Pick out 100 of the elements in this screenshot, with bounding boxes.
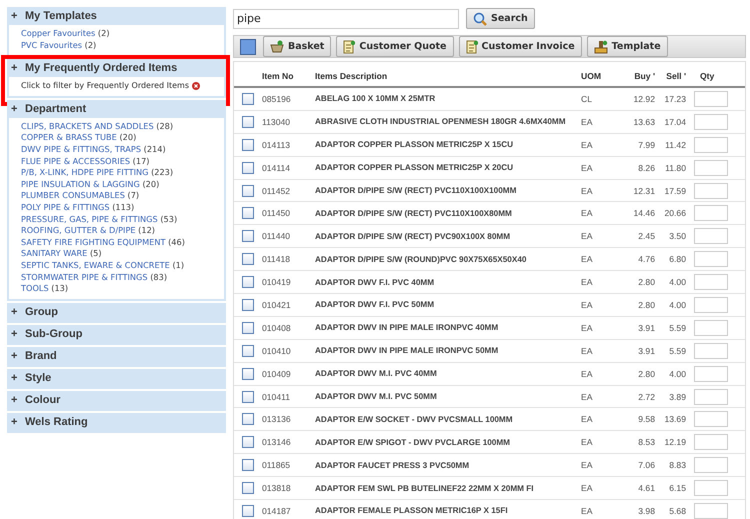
quantity-field[interactable]	[694, 388, 728, 405]
item-count: (28)	[156, 120, 174, 131]
search-field[interactable]: pipe	[233, 8, 459, 28]
item-description: ABELAG 100 X 10MM X 25MTR	[315, 94, 436, 104]
quantity-field[interactable]	[694, 274, 728, 290]
quantity-field[interactable]	[694, 160, 728, 176]
quantity-field[interactable]	[694, 114, 728, 130]
row-checkbox[interactable]	[242, 390, 254, 403]
filter-link[interactable]: PRESSURE, GAS, PIPE & FITTINGS	[21, 214, 158, 224]
row-checkbox[interactable]	[242, 344, 254, 357]
section-title[interactable]: Group	[25, 306, 58, 318]
filter-link[interactable]: SEPTIC TANKS, EWARE & CONCRETE	[21, 260, 170, 270]
expand-toggle[interactable]: +	[11, 10, 19, 22]
section-title[interactable]: Sub-Group	[25, 328, 82, 340]
filter-link[interactable]: FLUE PIPE & ACCESSORIES	[21, 156, 130, 166]
quantity-field[interactable]	[694, 366, 728, 382]
row-checkbox[interactable]	[242, 298, 254, 311]
filter-link[interactable]: COPPER & BRASS TUBE	[21, 132, 117, 142]
row-checkbox[interactable]	[242, 322, 254, 334]
buy-price: 3.91	[637, 322, 655, 333]
expand-toggle[interactable]: +	[11, 62, 19, 74]
buy-price: 7.06	[637, 460, 655, 470]
filter-link[interactable]: TOOLS	[21, 283, 49, 294]
filter-link[interactable]: DWV PIPE & FITTINGS, TRAPS	[21, 144, 142, 154]
filter-link[interactable]: Copper Favourites	[21, 28, 96, 38]
quantity-field[interactable]	[694, 342, 728, 359]
row-checkbox[interactable]	[242, 368, 254, 380]
close-icon[interactable]	[192, 82, 200, 90]
quantity-field[interactable]	[694, 434, 728, 450]
expand-toggle[interactable]: +	[11, 416, 19, 428]
search-button[interactable]: Search	[466, 8, 535, 29]
quantity-field[interactable]	[694, 296, 728, 313]
buy-price: 4.61	[637, 483, 655, 494]
quantity-field[interactable]	[694, 457, 728, 474]
row-checkbox[interactable]	[242, 92, 254, 105]
section-title[interactable]: My Templates	[25, 10, 97, 22]
filter-link[interactable]: ROOFING, GUTTER & D/PIPE	[21, 225, 136, 236]
row-checkbox[interactable]	[242, 276, 254, 288]
filter-link[interactable]: P/B, X-LINK, HDPE PIPE FITTING	[21, 167, 148, 178]
row-checkbox[interactable]	[242, 230, 254, 242]
row-checkbox[interactable]	[242, 116, 254, 128]
expand-toggle[interactable]: +	[11, 394, 19, 406]
buy-price: 8.53	[637, 437, 655, 448]
filter-link[interactable]: STORMWATER PIPE & FITTINGS	[21, 272, 148, 282]
row-checkbox[interactable]	[242, 253, 254, 266]
filter-link[interactable]: PVC Favourites	[21, 40, 82, 50]
row-checkbox[interactable]	[242, 459, 254, 472]
row-checkbox[interactable]	[242, 436, 254, 448]
toolbar-button[interactable]: Basket	[263, 36, 332, 57]
expand-toggle[interactable]: +	[11, 328, 19, 340]
item-number: 010408	[262, 322, 292, 333]
filter-link[interactable]: CLIPS, BRACKETS AND SADDLES	[21, 120, 154, 131]
sell-price: 5.59	[668, 322, 686, 333]
section-title[interactable]: Brand	[25, 350, 57, 362]
unit-of-measure: EA	[581, 414, 594, 424]
quantity-field[interactable]	[694, 480, 728, 496]
row-checkbox[interactable]	[242, 162, 254, 174]
item-number: 010409	[262, 368, 292, 379]
item-description: ADAPTOR FEMALE PLASSON METRIC16P X 15FI	[315, 506, 509, 516]
quantity-field[interactable]	[694, 182, 728, 198]
expand-toggle[interactable]: +	[11, 102, 19, 115]
filter-link[interactable]: POLY PIPE & FITTINGS	[21, 202, 110, 212]
filter-link[interactable]: SAFETY FIRE FIGHTING EQUIPMENT	[21, 236, 166, 247]
quantity-field[interactable]	[694, 411, 728, 428]
quantity-field[interactable]	[694, 205, 728, 222]
section-title[interactable]: My Frequently Ordered Items	[25, 62, 178, 74]
expand-toggle[interactable]: +	[11, 306, 19, 318]
toolbar-button[interactable]: Customer Invoice	[458, 36, 582, 57]
toolbar-button[interactable]: Template	[586, 36, 668, 57]
quantity-field[interactable]	[694, 136, 728, 153]
item-count: (2)	[98, 28, 110, 38]
row-checkbox[interactable]	[242, 413, 254, 426]
filter-link[interactable]: PIPE INSULATION & LAGGING	[21, 178, 140, 189]
section-title[interactable]: Department	[25, 102, 86, 115]
quantity-field[interactable]	[694, 502, 728, 519]
unit-of-measure: EA	[581, 208, 594, 218]
quantity-field[interactable]	[694, 320, 728, 336]
item-number: 011418	[262, 254, 292, 264]
filter-link[interactable]: PLUMBER CONSUMABLES	[21, 190, 125, 200]
section-title[interactable]: Wels Rating	[25, 416, 88, 428]
sell-price: 5.68	[668, 506, 686, 516]
expand-toggle[interactable]: +	[11, 372, 19, 384]
row-checkbox[interactable]	[242, 138, 254, 151]
row-checkbox[interactable]	[242, 482, 254, 494]
item-description: ADAPTOR DWV M.I. PVC 40MM	[315, 369, 438, 378]
toolbar-button[interactable]: Customer Quote	[336, 36, 454, 57]
expand-toggle[interactable]: +	[11, 350, 19, 362]
quantity-field[interactable]	[694, 90, 728, 107]
sell-price: 17.04	[663, 116, 686, 127]
item-number: 013146	[262, 437, 292, 448]
select-all-checkbox[interactable]	[240, 38, 256, 54]
section-title[interactable]: Colour	[25, 394, 60, 406]
quantity-field[interactable]	[694, 251, 728, 268]
unit-of-measure: EA	[581, 483, 594, 494]
quantity-field[interactable]	[694, 228, 728, 244]
section-title[interactable]: Style	[25, 372, 52, 384]
row-checkbox[interactable]	[242, 184, 254, 196]
filter-link[interactable]: SANITARY WARE	[21, 248, 88, 258]
row-checkbox[interactable]	[242, 207, 254, 220]
row-checkbox[interactable]	[242, 504, 254, 517]
